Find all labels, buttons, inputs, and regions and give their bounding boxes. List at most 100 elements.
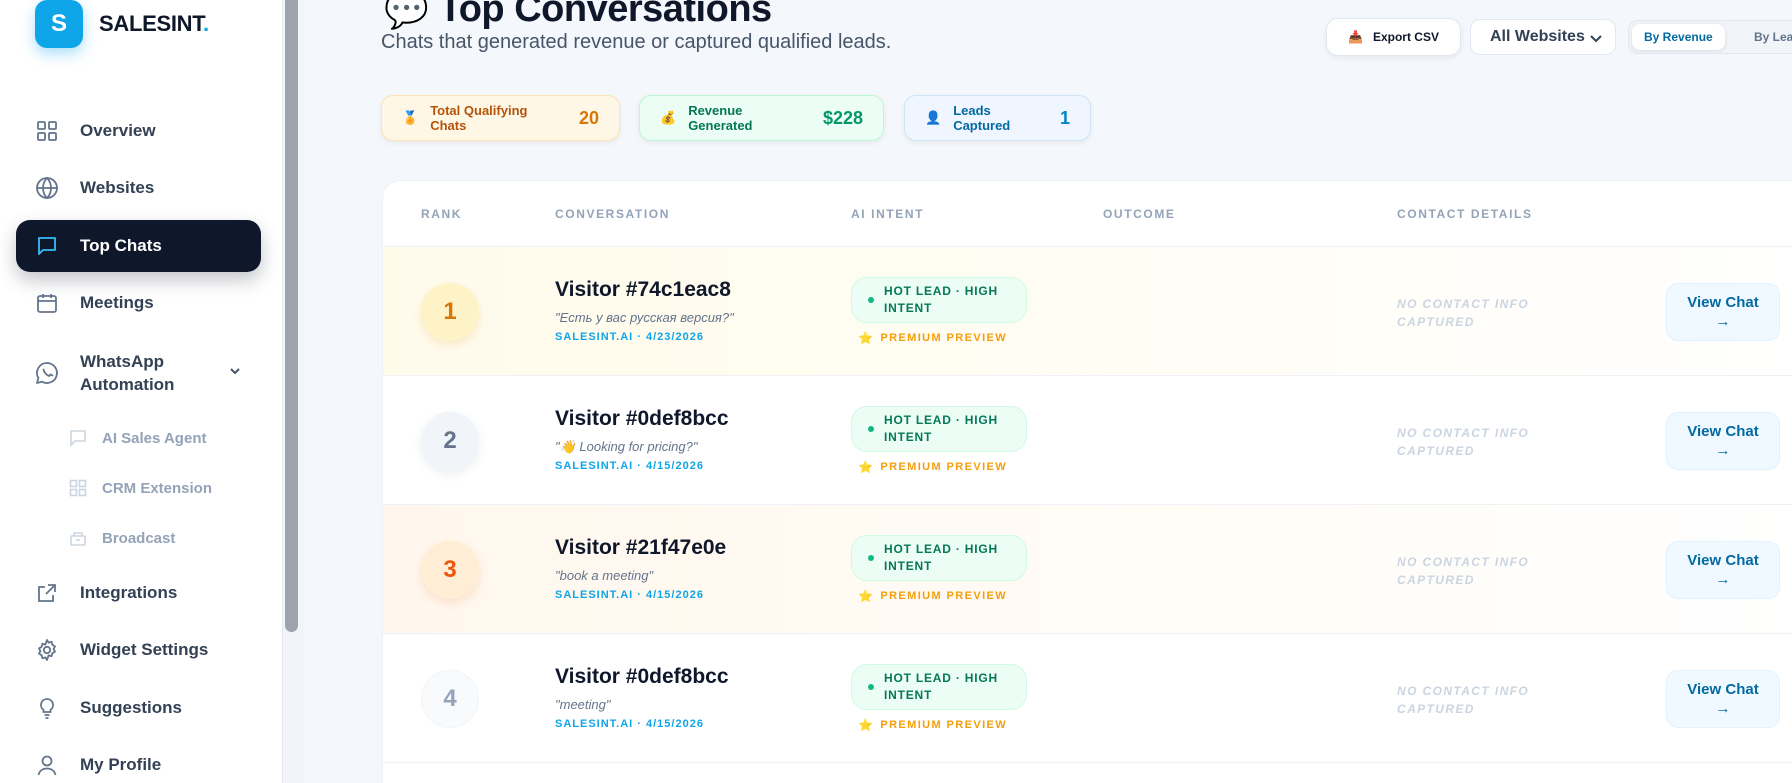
- page-title: 💬 Top Conversations: [384, 0, 772, 31]
- premium-preview-label: ⭐ PREMIUM PREVIEW: [858, 460, 1008, 474]
- nav-top-chats[interactable]: Top Chats: [16, 220, 261, 272]
- visitor-quote: "meeting": [555, 697, 611, 712]
- column-header-outcome: OUTCOME: [1103, 207, 1176, 221]
- nav-integrations-label: Integrations: [80, 583, 178, 602]
- sort-by-leads-button[interactable]: By Leads: [1742, 24, 1792, 50]
- website-filter-value: All Websites: [1490, 28, 1585, 45]
- star-icon: ⭐: [858, 331, 875, 345]
- lightbulb-icon: [34, 695, 60, 721]
- visitor-quote: "👋 Looking for pricing?": [555, 439, 698, 454]
- stat-revenue-label: Revenue Generated: [688, 103, 753, 133]
- nav-widget-settings-label: Widget Settings: [80, 640, 209, 659]
- visitor-meta: SALESINT.AI · 4/15/2026: [555, 589, 704, 601]
- visitor-name: Visitor #21f47e0e: [555, 536, 727, 559]
- page-title-text: Top Conversations: [438, 0, 772, 30]
- nav-broadcast-label: Broadcast: [102, 529, 176, 547]
- rank-badge: 3: [421, 541, 479, 599]
- premium-preview-label: ⭐ PREMIUM PREVIEW: [858, 331, 1008, 345]
- stat-leads-label: Leads Captured: [953, 103, 1011, 133]
- stat-leads: 👤 Leads Captured 1: [904, 95, 1091, 141]
- visitor-meta: SALESINT.AI · 4/15/2026: [555, 460, 704, 472]
- contact-details: NO CONTACT INFO CAPTURED: [1397, 426, 1530, 458]
- view-chat-button[interactable]: View Chat →: [1666, 412, 1780, 470]
- contact-details: NO CONTACT INFO CAPTURED: [1397, 555, 1530, 587]
- visitor-quote: "Есть у вас русская версия?": [555, 310, 734, 325]
- nav-my-profile[interactable]: My Profile: [16, 739, 261, 783]
- nav-widget-settings[interactable]: Widget Settings: [16, 624, 261, 676]
- calendar-icon: [34, 290, 60, 316]
- nav-overview[interactable]: Overview: [16, 105, 261, 157]
- view-chat-button[interactable]: View Chat →: [1666, 283, 1780, 341]
- premium-preview-label: ⭐ PREMIUM PREVIEW: [858, 718, 1008, 732]
- whatsapp-icon: [34, 360, 60, 386]
- table-row[interactable]: 1 Visitor #74c1eac8 "Есть у вас русская …: [383, 247, 1792, 376]
- nav-suggestions[interactable]: Suggestions: [16, 682, 261, 734]
- chevron-down-icon[interactable]: [229, 364, 241, 382]
- message-icon: [68, 428, 88, 448]
- stat-revenue: 💰 Revenue Generated $228: [639, 95, 884, 141]
- column-header-rank: RANK: [421, 207, 463, 221]
- contact-details: NO CONTACT INFO CAPTURED: [1397, 684, 1530, 716]
- status-dot: [868, 555, 874, 561]
- external-link-icon: [34, 580, 60, 606]
- column-header-ai-intent: AI INTENT: [851, 207, 925, 221]
- nav-meetings[interactable]: Meetings: [16, 277, 261, 329]
- medal-icon: 🏅: [402, 110, 419, 125]
- status-dot: [868, 297, 874, 303]
- stat-leads-value: 1: [1059, 107, 1070, 128]
- view-chat-button[interactable]: View Chat →: [1666, 670, 1780, 728]
- chevron-down-icon: [1589, 31, 1603, 50]
- nav-top-chats-label: Top Chats: [80, 236, 162, 255]
- intent-badge: HOT LEAD · HIGH INTENT: [851, 406, 1027, 452]
- brand-name: SALESINT.: [99, 11, 209, 36]
- status-dot: [868, 684, 874, 690]
- nav-broadcast[interactable]: Broadcast: [68, 523, 175, 553]
- intent-badge: HOT LEAD · HIGH INTENT: [851, 277, 1027, 323]
- nav-whatsapp-automation[interactable]: WhatsApp Automation: [16, 342, 261, 404]
- column-header-contact-details: CONTACT DETAILS: [1397, 207, 1533, 221]
- star-icon: ⭐: [858, 589, 875, 603]
- contact-details: NO CONTACT INFO CAPTURED: [1397, 297, 1530, 329]
- nav-overview-label: Overview: [80, 121, 156, 140]
- stat-qualifying-value: 20: [578, 107, 599, 128]
- globe-icon: [34, 175, 60, 201]
- nav-whatsapp-label: WhatsApp Automation: [80, 352, 175, 394]
- speech-bubble-icon: 💬: [384, 0, 429, 30]
- rank-badge: 2: [421, 412, 479, 470]
- money-bag-icon: 💰: [660, 110, 677, 125]
- nav-websites[interactable]: Websites: [16, 162, 261, 214]
- export-icon: 📥: [1348, 30, 1363, 44]
- table-row[interactable]: 4 Visitor #0def8bcc "meeting" SALESINT.A…: [383, 634, 1792, 763]
- visitor-quote: "book a meeting": [555, 568, 654, 583]
- nav-ai-sales-agent[interactable]: AI Sales Agent: [68, 423, 206, 453]
- nav-ai-sales-agent-label: AI Sales Agent: [102, 429, 207, 447]
- table-row[interactable]: 3 Visitor #21f47e0e "book a meeting" SAL…: [383, 505, 1792, 634]
- view-chat-button[interactable]: View Chat →: [1666, 541, 1780, 599]
- table-row[interactable]: 2 Visitor #0def8bcc "👋 Looking for prici…: [383, 376, 1792, 505]
- nav-meetings-label: Meetings: [80, 293, 154, 312]
- rank-badge: 1: [421, 283, 479, 341]
- nav-my-profile-label: My Profile: [80, 755, 162, 774]
- nav-crm-extension[interactable]: CRM Extension: [68, 473, 212, 503]
- intent-badge: HOT LEAD · HIGH INTENT: [851, 664, 1027, 710]
- page-subtitle: Chats that generated revenue or captured…: [381, 31, 892, 53]
- user-icon: 👤: [925, 110, 942, 125]
- export-csv-button[interactable]: 📥 Export CSV: [1326, 18, 1461, 56]
- visitor-meta: SALESINT.AI · 4/15/2026: [555, 718, 704, 730]
- gear-icon: [34, 637, 60, 663]
- sort-by-revenue-button[interactable]: By Revenue: [1632, 24, 1725, 50]
- brand[interactable]: S SALESINT.: [35, 0, 209, 48]
- chat-icon: [34, 233, 60, 259]
- nav-crm-extension-label: CRM Extension: [102, 479, 213, 497]
- visitor-meta: SALESINT.AI · 4/23/2026: [555, 331, 704, 343]
- column-header-conversation: CONVERSATION: [555, 207, 670, 221]
- stat-revenue-value: $228: [822, 107, 863, 128]
- stat-qualifying-label: Total Qualifying Chats: [430, 103, 528, 133]
- nav-integrations[interactable]: Integrations: [16, 567, 261, 619]
- sidebar-scrollbar-thumb[interactable]: [285, 0, 298, 632]
- star-icon: ⭐: [858, 460, 875, 474]
- website-filter-select[interactable]: All Websites: [1470, 19, 1616, 55]
- rank-badge: 4: [421, 670, 479, 728]
- grid-icon: [34, 118, 60, 144]
- visitor-name: Visitor #0def8bcc: [555, 407, 729, 430]
